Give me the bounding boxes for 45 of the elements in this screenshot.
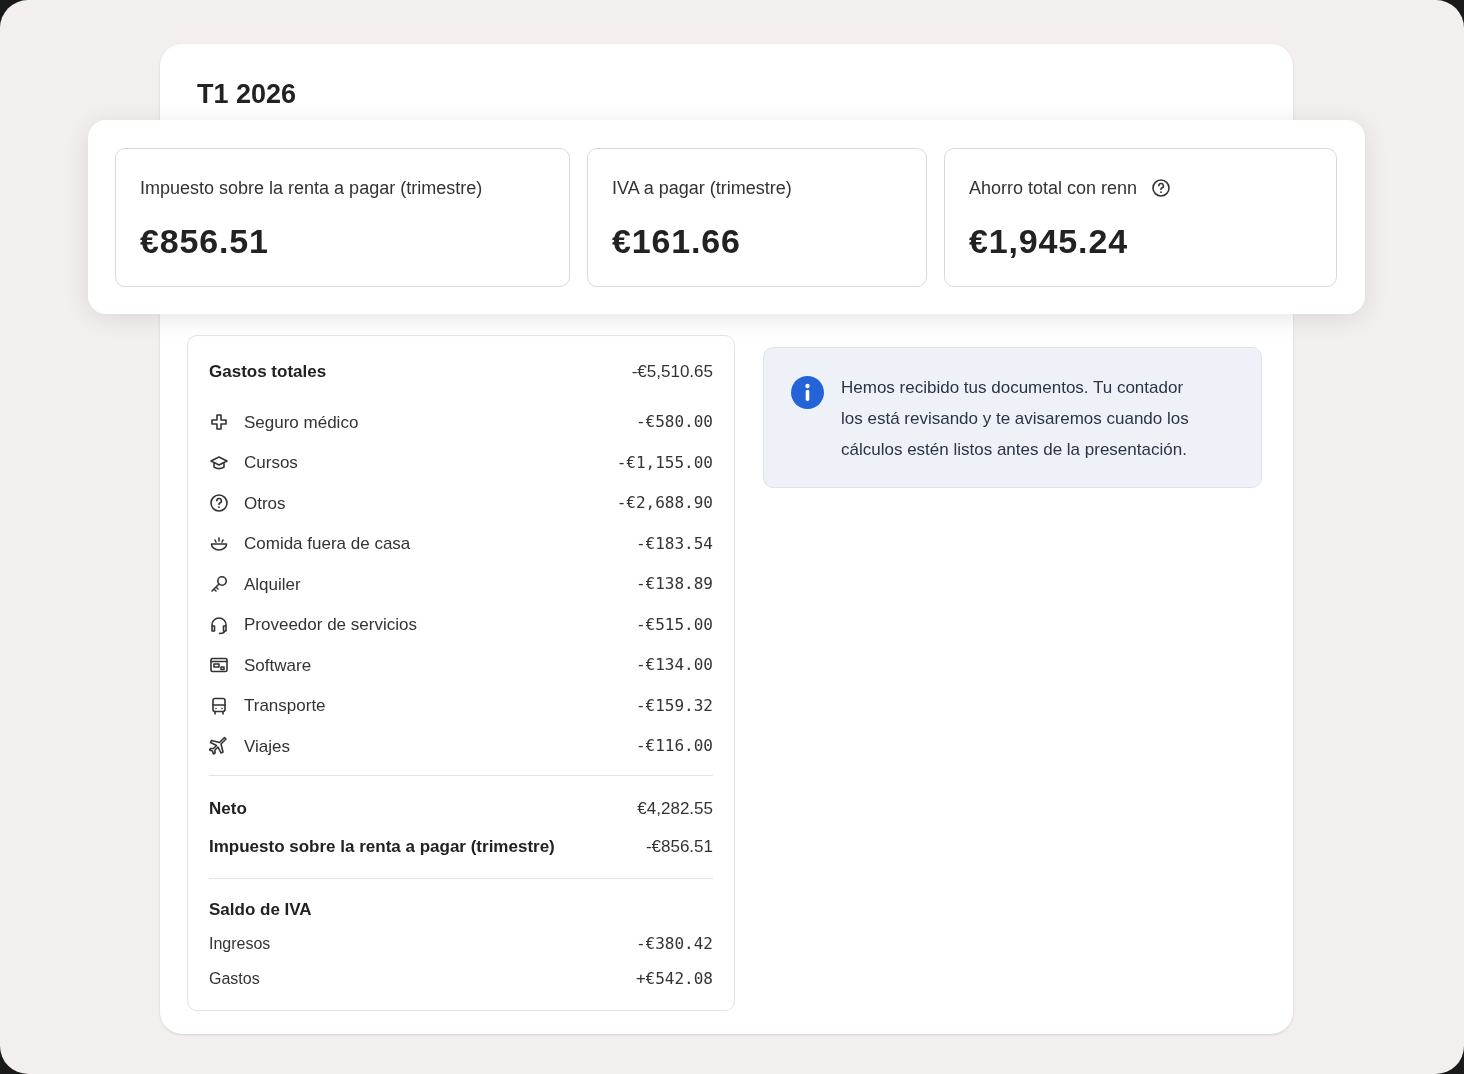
row-amount: €4,282.55 bbox=[637, 797, 713, 820]
notice-text: Hemos recibido tus documentos. Tu contador los está revisando y te avisaremos cuando los cálculos estén listos antes de la presentación. bbox=[841, 377, 1190, 461]
section-heading: Saldo de IVA bbox=[209, 898, 312, 921]
row-amount: -€138.89 bbox=[635, 573, 713, 596]
row-amount: -€856.51 bbox=[645, 835, 713, 858]
row-amount: -€159.32 bbox=[635, 694, 713, 717]
card-amount: €1,945.24 bbox=[969, 221, 1129, 262]
row-label: Proveedor de servicios bbox=[244, 614, 417, 636]
row-amount: -€380.42 bbox=[635, 933, 713, 955]
page-title: T1 2026 bbox=[197, 78, 297, 111]
help-icon bbox=[209, 493, 229, 514]
row-amount: -€183.54 bbox=[635, 532, 713, 555]
card-label: Impuesto sobre la renta a pagar (trimestre) bbox=[140, 176, 483, 200]
row-label: Transporte bbox=[244, 695, 326, 717]
card-amount: €161.66 bbox=[612, 221, 742, 262]
row-label: Gastos bbox=[209, 969, 260, 989]
row-amount: -€134.00 bbox=[635, 654, 713, 677]
row-label: Alquiler bbox=[244, 573, 301, 596]
info-icon bbox=[791, 376, 824, 409]
help-icon[interactable] bbox=[1151, 178, 1172, 198]
row-label: Viajes bbox=[244, 735, 290, 758]
plus-icon bbox=[209, 412, 229, 433]
row-label: Otros bbox=[244, 492, 286, 515]
row-amount: -€5,510.65 bbox=[631, 361, 713, 384]
row-label: Ingresos bbox=[209, 934, 271, 954]
bus-icon bbox=[209, 695, 229, 716]
row-label: Gastos totales bbox=[209, 361, 327, 384]
airplane-icon bbox=[209, 736, 229, 757]
row-amount: -€515.00 bbox=[635, 613, 713, 636]
row-label: Seguro médico bbox=[244, 411, 359, 434]
row-label: Comida fuera de casa bbox=[244, 533, 411, 555]
row-amount: -€116.00 bbox=[635, 735, 713, 758]
headset-icon bbox=[209, 614, 229, 635]
row-amount: -€1,155.00 bbox=[616, 451, 713, 474]
row-amount: -€2,688.90 bbox=[616, 492, 713, 515]
card-label: Ahorro total con renn bbox=[969, 176, 1138, 200]
card-amount: €856.51 bbox=[140, 221, 270, 262]
row-label: Impuesto sobre la renta a pagar (trimestre) bbox=[209, 835, 555, 858]
card-label: IVA a pagar (trimestre) bbox=[612, 176, 792, 200]
row-label: Cursos bbox=[244, 452, 298, 474]
row-amount: +€542.08 bbox=[635, 968, 713, 990]
key-icon bbox=[209, 574, 229, 595]
row-amount: -€580.00 bbox=[635, 411, 713, 434]
row-label: Software bbox=[244, 654, 312, 677]
row-label: Neto bbox=[209, 797, 247, 820]
